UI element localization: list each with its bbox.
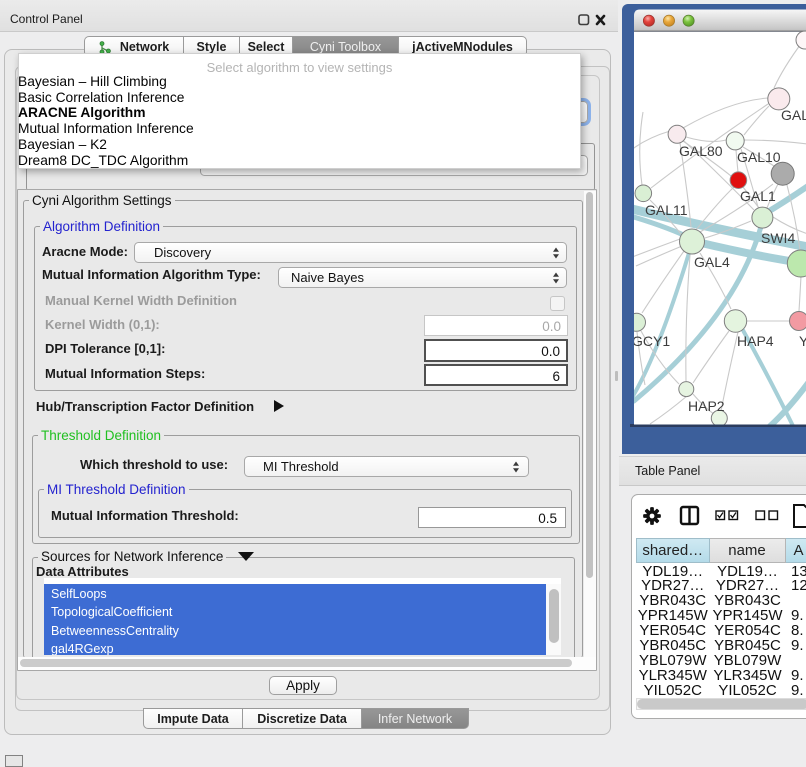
svg-text:SWI4: SWI4 [761,230,795,246]
svg-text:GAL10: GAL10 [737,149,781,165]
svg-text:GCY1: GCY1 [632,333,670,349]
svg-text:GAL1: GAL1 [740,188,776,204]
svg-text:GAL80: GAL80 [679,143,723,159]
svg-text:Y: Y [799,333,806,349]
svg-text:GAL11: GAL11 [645,202,688,218]
svg-text:GAL4: GAL4 [694,254,730,270]
svg-text:HAP4: HAP4 [737,333,774,349]
svg-text:HAP2: HAP2 [688,398,725,414]
svg-text:GAL7: GAL7 [781,107,806,123]
